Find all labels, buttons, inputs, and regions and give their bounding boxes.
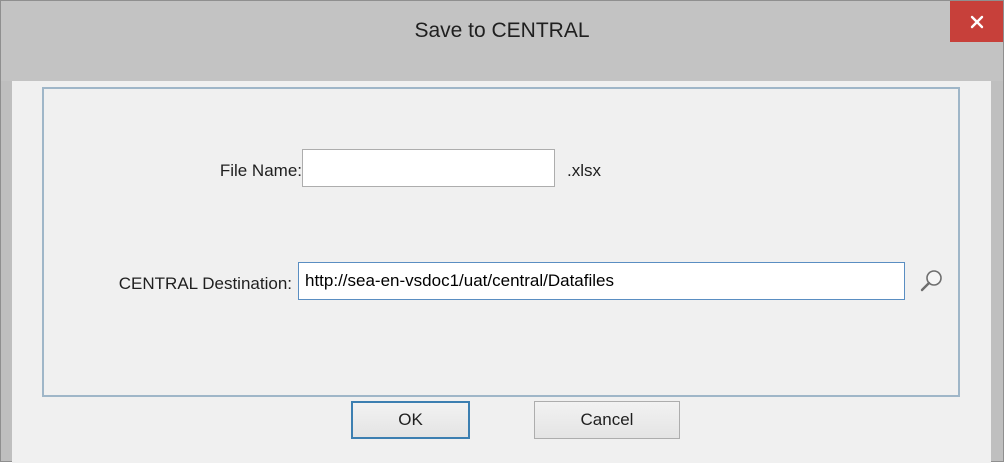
save-dialog-window: Save to CENTRAL File Name: .xlsx CENTRAL… — [0, 0, 1004, 463]
title-bar[interactable]: Save to CENTRAL — [1, 1, 1003, 81]
dialog-title: Save to CENTRAL — [414, 19, 590, 42]
file-name-label: File Name: — [219, 161, 302, 180]
cancel-button[interactable]: Cancel — [534, 401, 680, 439]
form-panel: File Name: .xlsx CENTRAL Destination: — [42, 87, 960, 397]
destination-label: CENTRAL Destination: — [118, 274, 292, 293]
close-icon — [970, 15, 983, 28]
file-extension-label: .xlsx — [567, 161, 601, 180]
ok-button[interactable]: OK — [351, 401, 470, 439]
file-name-input[interactable] — [302, 149, 555, 187]
browse-button[interactable] — [916, 265, 948, 297]
magnifier-icon — [920, 270, 942, 292]
dialog-body: File Name: .xlsx CENTRAL Destination: OK… — [12, 81, 991, 463]
close-button[interactable] — [950, 1, 1003, 42]
destination-input[interactable] — [298, 262, 905, 300]
